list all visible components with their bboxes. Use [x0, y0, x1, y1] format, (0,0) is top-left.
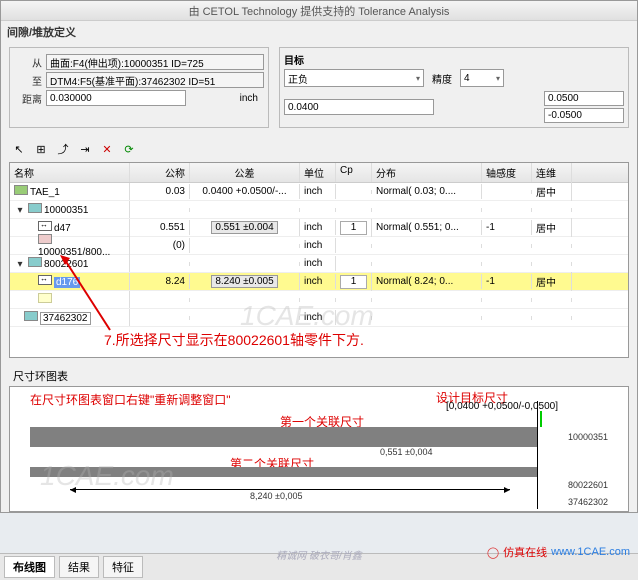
placeholder-icon — [38, 293, 52, 303]
col-cp[interactable]: Cp — [336, 163, 372, 182]
from-label: 从 — [14, 55, 42, 70]
chart-dim-label-2: 8,240 ±0,005 — [250, 491, 302, 501]
to-field[interactable] — [46, 72, 264, 88]
row-tae1[interactable]: TAE_1 0.03 0.0400 +0.0500/-... inch Norm… — [10, 183, 628, 201]
col-tol[interactable]: 公差 — [190, 163, 300, 182]
dimension-table: 名称 公称 公差 单位 Cp 分布 轴感度 连维 TAE_1 0.03 0.04… — [9, 162, 629, 358]
distance-label: 距离 — [14, 91, 42, 106]
load-select-value: 正负 — [288, 71, 308, 86]
target-title: 目标 — [284, 52, 624, 67]
dimension-icon — [38, 275, 52, 285]
assembly-icon — [14, 185, 28, 195]
distance-field[interactable] — [46, 90, 186, 106]
annotation-text-1: 7.所选择尺寸显示在80022601轴零件下方. — [104, 330, 364, 350]
row-d176[interactable]: d176 8.24 8.240 ±0.005 inch Normal( 8.24… — [10, 273, 628, 291]
chart-part-label-3: 37462302 — [568, 497, 608, 507]
gap-definition-title: 间隙/堆放定义 — [1, 21, 637, 43]
collapse-icon[interactable]: ▾ — [14, 259, 26, 270]
row-part-37462302[interactable]: 37462302 inch — [10, 309, 628, 327]
joint-icon — [38, 234, 52, 244]
toolbar: ↖ ⊞ ⤴ ⇥ ✕ ⟳ — [1, 136, 637, 162]
part-icon — [28, 203, 42, 213]
row-ratio[interactable]: 10000351/800... (0) inch — [10, 237, 628, 255]
collapse-icon[interactable]: ▾ — [14, 205, 26, 216]
chevron-down-icon: ▾ — [496, 74, 500, 83]
target-value-field[interactable] — [284, 99, 434, 115]
row-part-10000351[interactable]: ▾10000351 — [10, 201, 628, 219]
chart-ref-line — [537, 401, 538, 509]
cp-input[interactable] — [340, 221, 367, 235]
col-unit[interactable]: 单位 — [300, 163, 336, 182]
from-panel: 从 至 距离 inch — [9, 47, 269, 128]
distance-unit: inch — [240, 93, 264, 104]
chevron-down-icon: ▾ — [416, 74, 420, 83]
chart-bar-2 — [30, 467, 538, 477]
chart-dim-label-1: 0,551 ±0,004 — [380, 447, 432, 457]
col-sens[interactable]: 轴感度 — [482, 163, 532, 182]
from-field[interactable] — [46, 54, 264, 70]
refresh-button[interactable]: ⟳ — [119, 140, 139, 158]
col-dist[interactable]: 分布 — [372, 163, 482, 182]
cp-input[interactable] — [340, 275, 367, 289]
logo-url: www.1CAE.com — [551, 546, 630, 558]
dimension-loop-chart[interactable]: 在尺寸环图表窗口右键"重新调整窗口" 第一个关联尺寸 第二个关联尺寸 设计目标尺… — [9, 386, 629, 512]
delete-button[interactable]: ✕ — [97, 140, 117, 158]
pointer-tool-button[interactable]: ↖ — [9, 140, 29, 158]
col-name[interactable]: 名称 — [10, 163, 130, 182]
chart-part-label-1: 10000351 — [568, 432, 608, 442]
to-label: 至 — [14, 73, 42, 88]
col-nominal[interactable]: 公称 — [130, 163, 190, 182]
add-loop-button[interactable]: ⊞ — [31, 140, 51, 158]
tolerance-button[interactable]: 8.240 ±0.005 — [211, 275, 277, 288]
target-upper-field[interactable] — [544, 91, 624, 106]
chart-bar-1 — [30, 427, 538, 447]
dimension-icon — [38, 221, 52, 231]
part-icon — [24, 311, 38, 321]
chart-target-marker — [540, 411, 542, 427]
collapse-button[interactable]: ⇥ — [75, 140, 95, 158]
logo-brand: 仿真在线 — [503, 544, 547, 560]
window-title: 由 CETOL Technology 提供支持的 Tolerance Analy… — [189, 3, 450, 19]
chart-section-title: 尺寸环图表 — [9, 366, 629, 386]
precision-value: 4 — [464, 73, 470, 84]
precision-label: 精度 — [432, 71, 452, 86]
site-logo: ◯ 仿真在线 www.1CAE.com — [487, 544, 630, 560]
load-select[interactable]: 正负 ▾ — [284, 69, 424, 87]
col-link[interactable]: 连维 — [532, 163, 572, 182]
tolerance-button[interactable]: 0.551 ±0.004 — [211, 221, 277, 234]
chart-annotation-resize: 在尺寸环图表窗口右键"重新调整窗口" — [30, 391, 231, 408]
precision-select[interactable]: 4 ▾ — [460, 69, 504, 87]
target-panel: 目标 正负 ▾ 精度 4 ▾ — [279, 47, 629, 128]
part-icon — [28, 257, 42, 267]
row-empty[interactable] — [10, 291, 628, 309]
window-titlebar: 由 CETOL Technology 提供支持的 Tolerance Analy… — [1, 1, 637, 21]
add-dim-button[interactable]: ⤴ — [53, 140, 73, 158]
chart-part-label-2: 80022601 — [568, 480, 608, 490]
dim-arrow-2 — [70, 489, 510, 490]
row-part-80022601[interactable]: ▾80022601 inch — [10, 255, 628, 273]
target-lower-field[interactable] — [544, 108, 624, 123]
